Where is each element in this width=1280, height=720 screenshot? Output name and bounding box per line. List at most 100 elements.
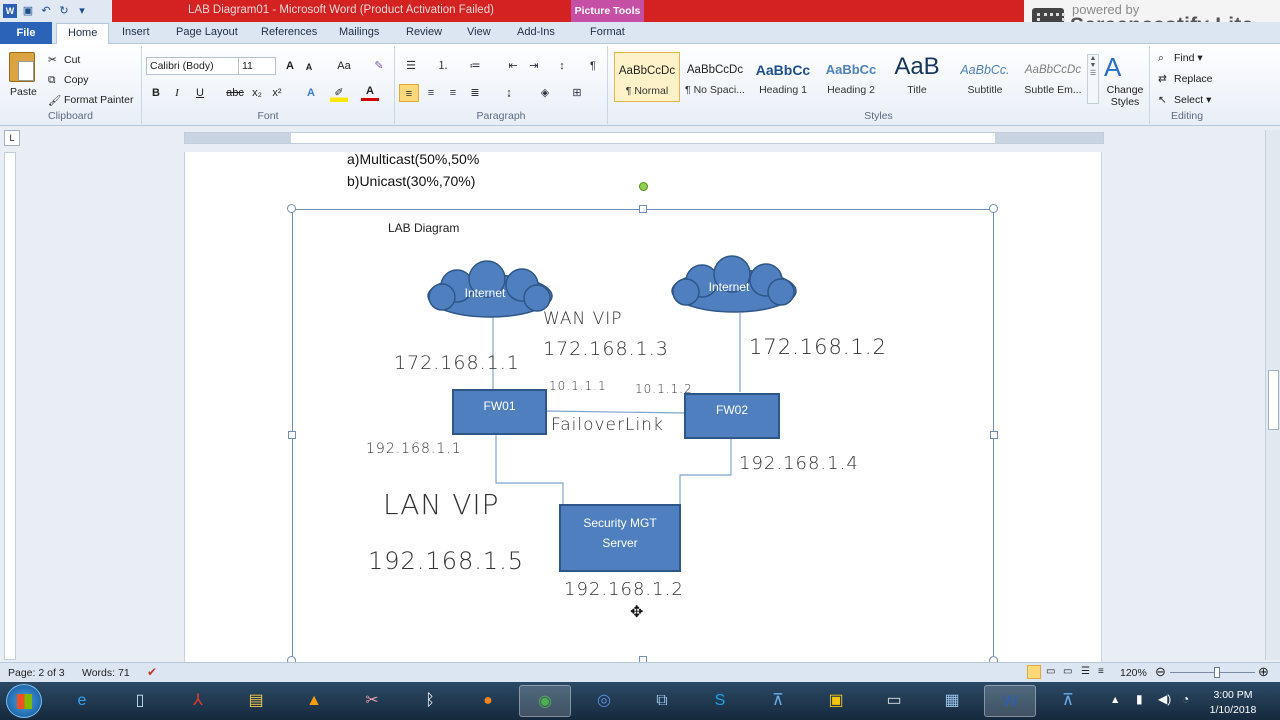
- align-left-icon[interactable]: ≡: [399, 84, 419, 102]
- line-spacing-icon[interactable]: ↨: [499, 84, 519, 102]
- paste-icon[interactable]: [9, 52, 35, 82]
- wifi-icon[interactable]: ◔: [1182, 692, 1189, 706]
- bullets-icon[interactable]: ☰: [401, 57, 421, 75]
- full-screen-reading-icon[interactable]: ▭: [1046, 666, 1055, 677]
- zoom-slider-thumb[interactable]: [1214, 667, 1220, 678]
- rotation-handle[interactable]: [639, 182, 648, 191]
- font-size-combo[interactable]: 11: [238, 57, 276, 75]
- tab-insert[interactable]: Insert: [122, 26, 150, 38]
- shrink-font-button[interactable]: A: [300, 58, 318, 76]
- system-clock[interactable]: 3:00 PM 1/10/2018: [1203, 688, 1263, 718]
- show-hidden-icons[interactable]: ▲: [1110, 694, 1120, 706]
- page-count[interactable]: Page: 2 of 3: [8, 667, 65, 679]
- copy-button[interactable]: ⧉ Copy: [48, 74, 89, 86]
- style-title[interactable]: AaB Title: [884, 52, 950, 102]
- cut-button[interactable]: ✂ Cut: [48, 54, 80, 66]
- tab-mailings[interactable]: Mailings: [339, 26, 379, 38]
- vertical-ruler[interactable]: [4, 152, 16, 660]
- grow-font-button[interactable]: A: [281, 57, 299, 75]
- security-mgt-server-box[interactable]: Security MGT Server: [559, 504, 681, 572]
- tab-home[interactable]: Home: [56, 23, 110, 45]
- style-normal[interactable]: AaBbCcDc ¶ Normal: [614, 52, 680, 102]
- align-center-icon[interactable]: ≡: [421, 84, 441, 102]
- zoom-out-icon[interactable]: ⊖: [1155, 664, 1166, 680]
- remote-desktop-icon[interactable]: ⧉: [636, 685, 688, 717]
- align-right-icon[interactable]: ≡: [443, 84, 463, 102]
- style-subtitle[interactable]: AaBbCc. Subtitle: [952, 52, 1018, 102]
- clear-formatting-icon[interactable]: ✎: [370, 57, 388, 75]
- zoom-level[interactable]: 120%: [1120, 667, 1147, 679]
- borders-icon[interactable]: ⊞: [567, 84, 587, 102]
- network-icon[interactable]: ⊼: [752, 685, 804, 717]
- file-explorer-icon[interactable]: ▤: [230, 685, 282, 717]
- style-heading-2[interactable]: AaBbCc Heading 2: [818, 52, 884, 102]
- tab-page-layout[interactable]: Page Layout: [176, 26, 238, 38]
- change-styles-icon[interactable]: A: [1104, 52, 1121, 83]
- format-painter-button[interactable]: 🖌 Format Painter: [48, 94, 133, 107]
- proofing-icon[interactable]: ✔: [147, 665, 157, 679]
- replace-button[interactable]: ⇄ Replace: [1158, 73, 1213, 85]
- fw02-box[interactable]: FW02: [684, 393, 780, 439]
- bluetooth-icon[interactable]: ᛒ: [404, 685, 456, 717]
- zoom-slider[interactable]: [1170, 672, 1255, 673]
- internet-explorer-icon[interactable]: e: [56, 685, 108, 717]
- print-layout-icon[interactable]: [1027, 665, 1041, 679]
- adobe-reader-icon[interactable]: ⅄: [172, 685, 224, 717]
- highlight-icon[interactable]: ✐: [330, 84, 348, 102]
- style-no-spacing[interactable]: AaBbCcDc ¶ No Spaci...: [682, 52, 748, 102]
- shading-icon[interactable]: ◈: [535, 84, 555, 102]
- paste-button[interactable]: Paste: [10, 86, 37, 98]
- control-panel-icon[interactable]: ▦: [926, 685, 978, 717]
- increase-indent-icon[interactable]: ⇥: [524, 57, 544, 75]
- fw01-box[interactable]: FW01: [452, 389, 547, 435]
- outline-icon[interactable]: ☰: [1081, 666, 1090, 677]
- sort-icon[interactable]: ↕: [552, 57, 572, 75]
- vlc-icon[interactable]: ▲: [288, 685, 340, 717]
- snipping-tool-icon[interactable]: ✂: [346, 685, 398, 717]
- tab-references[interactable]: References: [261, 26, 317, 38]
- subscript-button[interactable]: x₂: [248, 84, 266, 102]
- text-effects-icon[interactable]: A: [302, 84, 320, 102]
- word-count[interactable]: Words: 71: [82, 667, 130, 679]
- word-taskbar-icon[interactable]: W: [984, 685, 1036, 717]
- tab-format[interactable]: Format: [590, 26, 625, 38]
- italic-button[interactable]: I: [168, 84, 186, 102]
- customize-qat-icon[interactable]: ▾: [75, 4, 89, 18]
- skype-icon[interactable]: S: [694, 685, 746, 717]
- sticky-notes-icon[interactable]: ▣: [810, 685, 862, 717]
- tab-addins[interactable]: Add-Ins: [517, 26, 555, 38]
- superscript-button[interactable]: x²: [268, 84, 286, 102]
- font-name-combo[interactable]: Calibri (Body): [146, 57, 240, 75]
- chrome-icon[interactable]: ◉: [519, 685, 571, 717]
- command-prompt-icon[interactable]: ▭: [868, 685, 920, 717]
- multilevel-list-icon[interactable]: ≔: [465, 57, 485, 75]
- vertical-scrollbar[interactable]: [1265, 130, 1280, 660]
- scrollbar-thumb[interactable]: [1268, 370, 1279, 430]
- justify-icon[interactable]: ≣: [465, 84, 485, 102]
- tab-selector-button[interactable]: L: [4, 130, 20, 146]
- battery-icon[interactable]: ▮: [1136, 692, 1143, 706]
- styles-gallery-scroll[interactable]: ▲ ▼ ☰: [1087, 54, 1099, 104]
- change-styles-button[interactable]: Change Styles: [1105, 84, 1145, 108]
- underline-button[interactable]: U: [191, 84, 209, 102]
- notepad-icon[interactable]: ▯: [114, 685, 166, 717]
- style-heading-1[interactable]: AaBbCc Heading 1: [750, 52, 816, 102]
- volume-icon[interactable]: ◀): [1158, 692, 1171, 706]
- tab-review[interactable]: Review: [406, 26, 442, 38]
- font-color-icon[interactable]: A: [361, 84, 379, 101]
- tab-view[interactable]: View: [467, 26, 491, 38]
- bold-button[interactable]: B: [147, 84, 165, 102]
- numbering-icon[interactable]: ⒈: [433, 57, 453, 75]
- firefox-icon[interactable]: ●: [462, 685, 514, 717]
- start-button[interactable]: [6, 684, 42, 718]
- undo-icon[interactable]: ↶: [39, 4, 53, 18]
- select-button[interactable]: ↖ Select ▾: [1158, 94, 1211, 106]
- redo-icon[interactable]: ↻: [57, 4, 71, 18]
- draft-icon[interactable]: ≡: [1098, 666, 1104, 677]
- save-icon[interactable]: ▣: [21, 4, 35, 18]
- app-icon[interactable]: ◎: [578, 685, 630, 717]
- style-subtle-emphasis[interactable]: AaBbCcDc Subtle Em...: [1020, 52, 1086, 102]
- network-tool-icon[interactable]: ⊼: [1042, 685, 1094, 717]
- pilcrow-icon[interactable]: ¶: [583, 57, 603, 75]
- decrease-indent-icon[interactable]: ⇤: [503, 57, 523, 75]
